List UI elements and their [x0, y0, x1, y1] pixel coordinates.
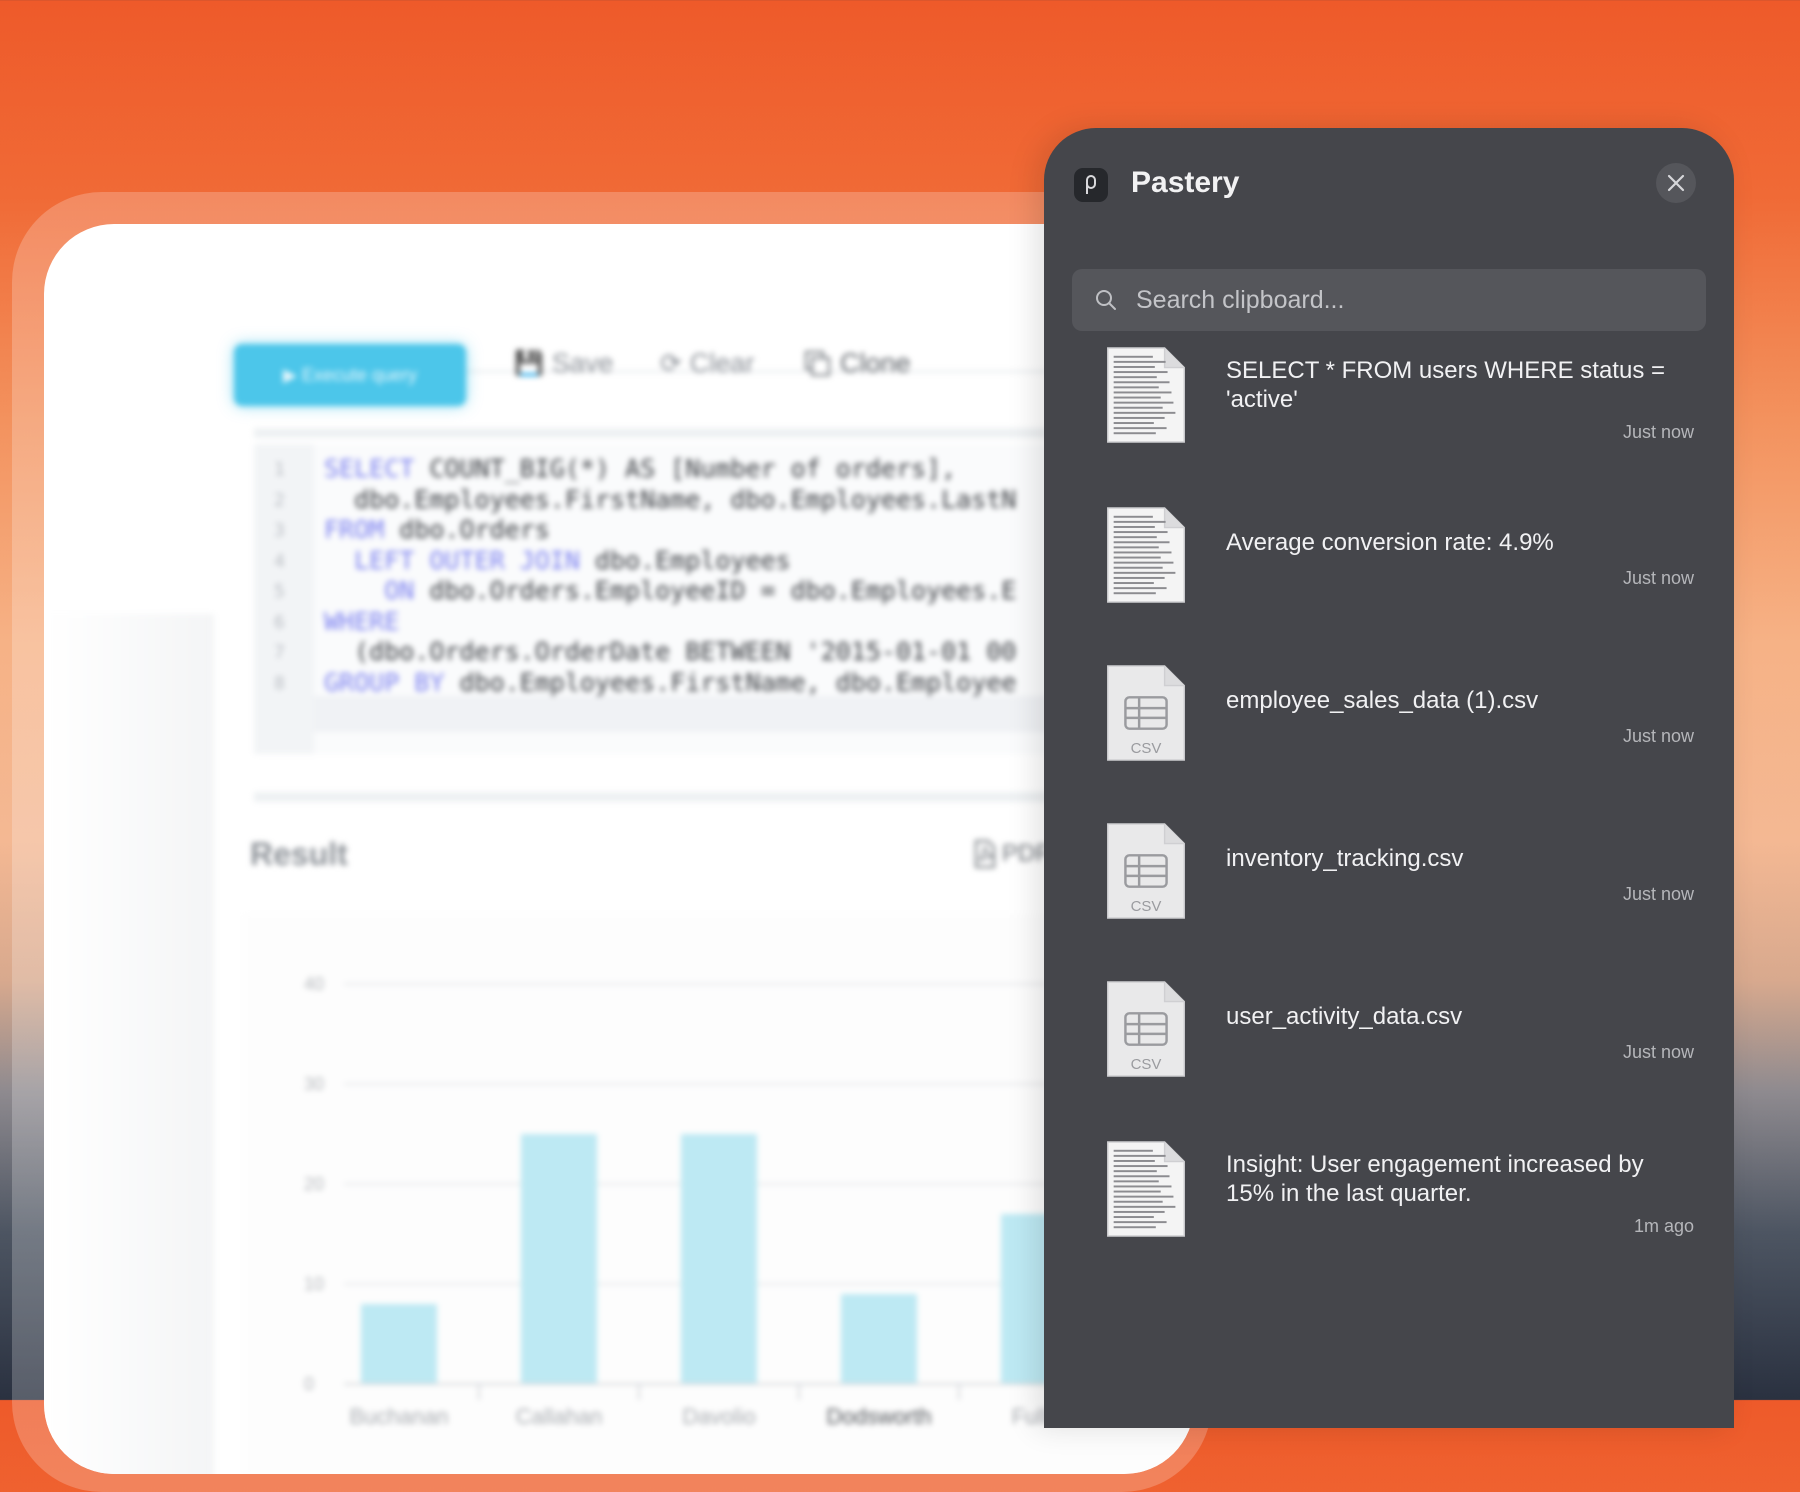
line-number: 1: [274, 459, 285, 480]
y-tick-label: 10: [304, 1274, 324, 1294]
line-number: 6: [274, 611, 285, 633]
execute-query-label: Execute query: [301, 364, 417, 385]
y-tick-label: 20: [304, 1174, 324, 1194]
play-icon: ▶: [283, 364, 302, 385]
sql-text: COUNT_BIG(*) AS [Number of orders],: [414, 454, 957, 483]
csv-label: CSV: [1130, 740, 1162, 757]
clipboard-item-time: Just now: [1622, 884, 1694, 904]
clipboard-item[interactable]: Insight: User engagement increased by 15…: [1044, 1140, 1734, 1280]
sql-keyword: GROUP BY: [324, 667, 445, 697]
csv-label: CSV: [1130, 898, 1162, 915]
sql-text: dbo.Orders.EmployeeID = dbo.Employees.E: [414, 576, 1017, 605]
clone-icon: [805, 350, 830, 376]
csv-file-icon: CSV: [1105, 980, 1187, 1083]
code-line: WHERE: [324, 607, 399, 636]
clipboard-item[interactable]: CSV user_activity_data.csv Just now: [1044, 980, 1734, 1120]
line-number: 7: [274, 642, 285, 663]
clipboard-item[interactable]: SELECT * FROM users WHERE status = 'acti…: [1044, 346, 1734, 486]
sql-text: (dbo.Orders.OrderDate BETWEEN '2015-01-0…: [324, 637, 1017, 666]
x-category-label: Buchanan: [349, 1404, 448, 1429]
line-number: 2: [274, 489, 285, 511]
code-line: GROUP BY dbo.Employees.FirstName, dbo.Em…: [324, 668, 1016, 697]
clipboard-item-time: Just now: [1622, 726, 1694, 746]
execute-query-button[interactable]: ▶ Execute query: [234, 344, 466, 406]
sql-keyword: SELECT: [324, 454, 415, 483]
chart-bar: [361, 1304, 437, 1384]
sql-keyword: ON: [324, 576, 415, 605]
line-number: 5: [274, 581, 285, 602]
save-button[interactable]: 💾 Save: [514, 348, 613, 379]
search-box[interactable]: [1072, 269, 1706, 331]
line-number: 3: [274, 520, 285, 541]
sql-text: dbo.Employees.FirstName, dbo.Employee: [444, 667, 1017, 697]
clipboard-item-text: SELECT * FROM users WHERE status = 'acti…: [1226, 357, 1665, 413]
sql-text: dbo.Employees.FirstName, dbo.Employees.L…: [324, 484, 1017, 514]
clipboard-item-time: Just now: [1622, 1042, 1694, 1062]
clipboard-item[interactable]: CSV employee_sales_data (1).csv Just now: [1044, 664, 1734, 804]
result-title: Result: [250, 836, 348, 872]
pdf-icon: [975, 840, 995, 868]
search-icon: [1096, 290, 1116, 310]
document-thumbnail-icon: [1105, 506, 1187, 609]
csv-file-icon: CSV: [1105, 822, 1187, 925]
code-line: FROM dbo.Orders: [324, 515, 550, 544]
save-label: Save: [551, 348, 614, 378]
chart-bar: [521, 1134, 597, 1384]
clear-label: Clear: [689, 348, 755, 378]
code-line: SELECT COUNT_BIG(*) AS [Number of orders…: [324, 454, 956, 483]
line-number: 4: [274, 550, 285, 572]
clipboard-item-time: Just now: [1622, 568, 1694, 588]
clone-button[interactable]: Clone: [804, 348, 911, 379]
pdf-label: PDF: [1002, 840, 1050, 867]
code-line: LEFT OUTER JOIN dbo.Employees: [324, 546, 791, 575]
clipboard-item-text: user_activity_data.csv: [1226, 1003, 1463, 1030]
code-line: ON dbo.Orders.EmployeeID = dbo.Employees…: [324, 576, 1016, 605]
sql-app-content: ▶ Execute query 💾 Save ⟳ Clear Clone 1 SE…: [44, 224, 1194, 1474]
clipboard-item-time: Just now: [1622, 422, 1694, 442]
x-category-label: Dodsworth: [826, 1404, 931, 1429]
clipboard-item[interactable]: CSV inventory_tracking.csv Just now: [1044, 822, 1734, 962]
clipboard-item-text: inventory_tracking.csv: [1226, 845, 1464, 872]
clipboard-item[interactable]: Average conversion rate: 4.9% Just now: [1044, 506, 1734, 646]
pastery-panel: Pastery SELECT * FROM users WHERE status…: [1044, 128, 1734, 1428]
x-category-label: Davolio: [682, 1404, 755, 1429]
document-thumbnail-icon: [1105, 346, 1187, 449]
code-line: (dbo.Orders.OrderDate BETWEEN '2015-01-0…: [324, 637, 1016, 666]
close-button[interactable]: [1656, 163, 1696, 203]
chart-bar: [841, 1294, 917, 1384]
sql-text: dbo.Employees: [579, 545, 791, 575]
close-icon: [1667, 174, 1685, 192]
clipboard-item-time: 1m ago: [1633, 1216, 1694, 1236]
save-icon: 💾: [514, 350, 544, 377]
y-tick-label: 40: [304, 974, 324, 994]
y-tick-label: 0: [304, 1374, 314, 1394]
y-tick-label: 30: [304, 1074, 324, 1094]
panel-title: Pastery: [1131, 166, 1240, 199]
pdf-export-button[interactable]: PDF: [974, 840, 1050, 868]
x-category-label: Callahan: [516, 1404, 603, 1429]
sql-app-window: ▶ Execute query 💾 Save ⟳ Clear Clone 1 SE…: [44, 224, 1194, 1474]
search-input[interactable]: [1136, 269, 1696, 331]
clipboard-item-text: Insight: User engagement increased by 15…: [1226, 1151, 1644, 1207]
csv-label: CSV: [1130, 1056, 1162, 1073]
line-number: 8: [274, 672, 285, 694]
clipboard-item-text: employee_sales_data (1).csv: [1226, 687, 1539, 714]
clear-button[interactable]: ⟳ Clear: [660, 348, 754, 379]
refresh-icon: ⟳: [660, 348, 682, 378]
sql-keyword: WHERE: [324, 606, 400, 636]
sql-keyword: LEFT OUTER JOIN: [324, 545, 580, 575]
panel-header: Pastery: [1044, 128, 1734, 228]
csv-file-icon: CSV: [1105, 664, 1187, 767]
chart-bar: [681, 1134, 757, 1384]
pastery-logo-icon: [1074, 168, 1108, 202]
app-sidebar: [44, 614, 214, 1474]
clone-label: Clone: [840, 348, 911, 378]
clipboard-item-text: Average conversion rate: 4.9%: [1226, 529, 1554, 556]
document-thumbnail-icon: [1105, 1140, 1187, 1243]
code-line: dbo.Employees.FirstName, dbo.Employees.L…: [324, 485, 1016, 514]
sql-keyword: FROM: [324, 515, 385, 544]
sql-text: dbo.Orders: [384, 515, 550, 544]
